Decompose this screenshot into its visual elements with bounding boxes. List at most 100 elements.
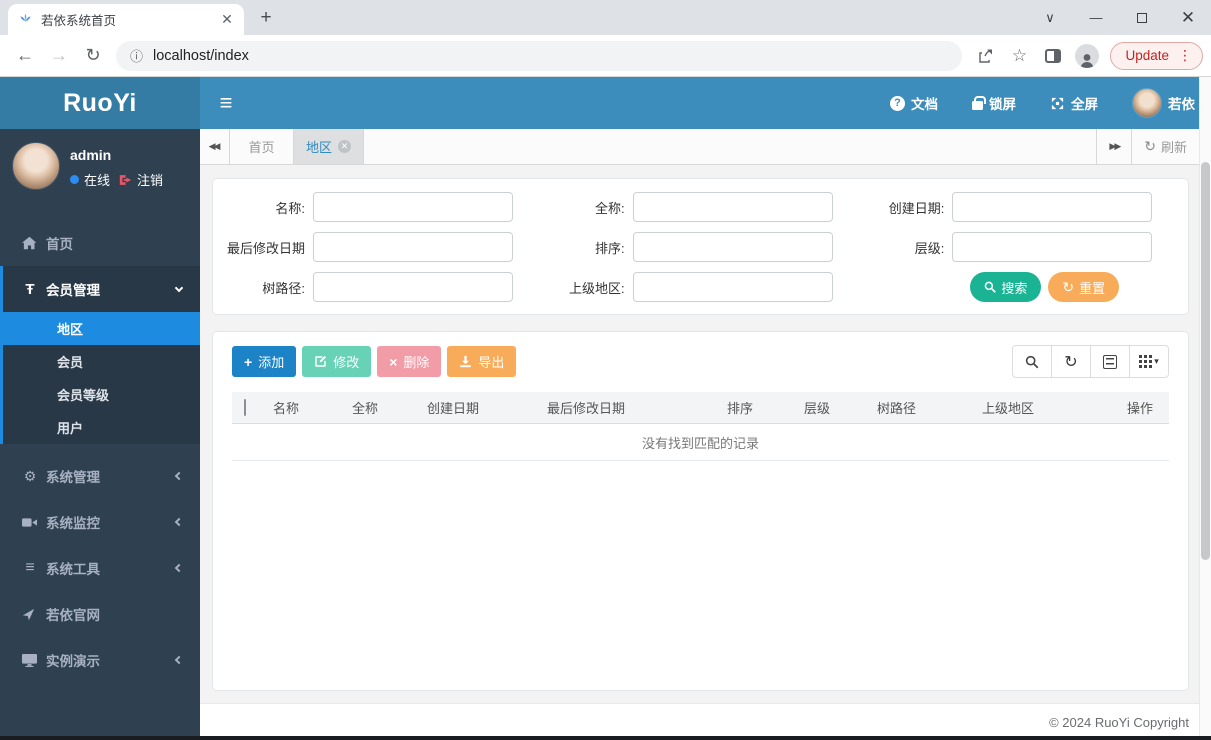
sidebar-item-official-site[interactable]: 若依官网 bbox=[0, 591, 200, 637]
bars-icon: ≡ bbox=[25, 559, 35, 576]
site-info-icon[interactable]: ⓘ bbox=[130, 46, 143, 65]
table-header-row: 名称 全称 创建日期 最后修改日期 排序 层级 树路径 上级地区 操作 bbox=[232, 392, 1169, 424]
col-actions: 操作 bbox=[1127, 401, 1154, 416]
refresh-table-button[interactable]: ↻ bbox=[1051, 345, 1091, 378]
field-label-sort: 排序: bbox=[595, 240, 625, 256]
name-input[interactable] bbox=[313, 192, 513, 222]
level-input[interactable] bbox=[952, 232, 1153, 262]
url-text: localhost/index bbox=[153, 47, 249, 64]
app-header: RuoYi ≡ ? 文档 锁屏 全屏 若依 bbox=[0, 77, 1211, 129]
show-search-button[interactable] bbox=[1012, 345, 1052, 378]
sidebar-item-home[interactable]: 首页 bbox=[0, 220, 200, 266]
tree-path-input[interactable] bbox=[313, 272, 513, 302]
forward-icon[interactable]: → bbox=[44, 41, 74, 71]
side-panel-icon[interactable] bbox=[1038, 41, 1068, 71]
online-dot-icon bbox=[70, 175, 79, 184]
page-tab-home[interactable]: 首页 bbox=[230, 129, 294, 164]
reset-button[interactable]: ↻ 重置 bbox=[1048, 272, 1120, 302]
bookmark-star-icon[interactable]: ☆ bbox=[1004, 41, 1034, 71]
copyright-text: © 2024 RuoYi Copyright bbox=[1049, 714, 1189, 730]
new-tab-button[interactable]: + bbox=[252, 5, 280, 33]
nav-lock-screen[interactable]: 锁屏 bbox=[972, 93, 1016, 113]
sidebar-toggle-icon[interactable]: ≡ bbox=[200, 77, 252, 129]
user-avatar[interactable] bbox=[12, 142, 60, 190]
sidebar-item-member[interactable]: 会员 bbox=[3, 345, 200, 378]
empty-state: 没有找到匹配的记录 bbox=[232, 424, 1169, 461]
sidebar-item-system-tools[interactable]: ≡ 系统工具 bbox=[0, 545, 200, 591]
minimize-button[interactable]: — bbox=[1073, 0, 1119, 35]
field-label-tree-path: 树路径: bbox=[262, 280, 305, 296]
create-date-input[interactable] bbox=[952, 192, 1153, 222]
browser-tab[interactable]: 若依系统首页 ✕ bbox=[8, 4, 244, 35]
download-icon bbox=[460, 355, 472, 368]
search-icon bbox=[1025, 355, 1039, 368]
profile-icon[interactable] bbox=[1072, 41, 1102, 71]
scroll-tabs-left-icon[interactable]: ◀◀ bbox=[200, 129, 230, 164]
content: 名称: 全称: 创建日期: 最后修改日期 排序: 层级: 树路径: 上级地区: … bbox=[200, 165, 1199, 703]
field-label-level: 层级: bbox=[914, 240, 945, 256]
scrollbar-thumb[interactable] bbox=[1201, 162, 1210, 560]
sidebar-section-member: Ŧ 会员管理 地区 会员 会员等级 用户 bbox=[0, 266, 200, 444]
plus-icon: + bbox=[244, 353, 253, 370]
page-tab-region[interactable]: 地区 ✕ bbox=[294, 129, 364, 164]
col-level: 层级 bbox=[804, 401, 831, 416]
columns-grid-icon bbox=[1139, 355, 1153, 368]
tab-close-icon[interactable]: ✕ bbox=[218, 11, 236, 29]
refresh-icon: ↻ bbox=[1062, 279, 1075, 295]
chrome-update-button[interactable]: Update ⋮ bbox=[1110, 41, 1203, 70]
online-status: 在线 bbox=[84, 173, 111, 188]
sidebar-item-region[interactable]: 地区 bbox=[3, 312, 200, 345]
favicon-lotus-icon bbox=[20, 13, 31, 22]
address-bar[interactable]: ⓘ localhost/index bbox=[116, 40, 963, 71]
header-avatar bbox=[1132, 88, 1162, 118]
delete-button[interactable]: × 删除 bbox=[377, 346, 442, 377]
close-window-button[interactable]: ✕ bbox=[1165, 0, 1211, 35]
refresh-page-button[interactable]: ↻ 刷新 bbox=[1131, 129, 1199, 164]
sidebar-menu: 首页 Ŧ 会员管理 地区 会员 会员等级 用户 ⚙ 系统管理 系统监控 ≡ 系统… bbox=[0, 220, 200, 683]
table-toolbar: + 添加 修改 × 删除 导出 ↻ ▾ bbox=[232, 345, 1169, 378]
close-tab-icon[interactable]: ✕ bbox=[338, 140, 351, 153]
toolbar-right: ☆ Update ⋮ bbox=[968, 41, 1203, 71]
back-icon[interactable]: ← bbox=[10, 41, 40, 71]
page-scrollbar[interactable] bbox=[1199, 77, 1211, 740]
export-button[interactable]: 导出 bbox=[447, 346, 517, 377]
sidebar-item-system-monitor[interactable]: 系统监控 bbox=[0, 499, 200, 545]
table-view-controls: ↻ ▾ bbox=[1012, 345, 1169, 378]
app-logo[interactable]: RuoYi bbox=[0, 77, 200, 129]
edit-button[interactable]: 修改 bbox=[302, 346, 372, 377]
fullname-input[interactable] bbox=[632, 192, 833, 222]
scroll-tabs-right-icon[interactable]: ▶▶ bbox=[1096, 129, 1131, 164]
fullscreen-arrows-icon bbox=[1051, 97, 1064, 109]
sidebar-item-user[interactable]: 用户 bbox=[3, 411, 200, 444]
main-area: ◀◀ 首页 地区 ✕ ▶▶ ↻ 刷新 名称: 全称: 创建日期: 最后修改日期 … bbox=[200, 129, 1199, 740]
nav-user[interactable]: 若依 bbox=[1132, 88, 1195, 118]
currency-icon: Ŧ bbox=[25, 280, 35, 298]
reload-icon[interactable]: ↻ bbox=[78, 41, 108, 71]
add-button[interactable]: + 添加 bbox=[232, 346, 297, 377]
detail-view-button[interactable] bbox=[1090, 345, 1130, 378]
columns-button[interactable]: ▾ bbox=[1129, 345, 1169, 378]
nav-fullscreen[interactable]: 全屏 bbox=[1050, 93, 1098, 113]
modify-date-input[interactable] bbox=[313, 232, 513, 262]
tab-search-icon[interactable]: ∨ bbox=[1027, 0, 1073, 35]
maximize-button[interactable] bbox=[1119, 0, 1165, 35]
sidebar-item-member-mgmt[interactable]: Ŧ 会员管理 bbox=[3, 266, 200, 312]
sort-input[interactable] bbox=[632, 232, 833, 262]
col-modify-date: 最后修改日期 bbox=[547, 401, 626, 416]
refresh-icon: ↻ bbox=[1144, 138, 1156, 154]
select-all-checkbox[interactable] bbox=[244, 399, 246, 416]
col-tree-path: 树路径 bbox=[877, 401, 917, 416]
chevron-left-icon bbox=[174, 655, 184, 665]
logout-link[interactable]: 注销 bbox=[137, 170, 163, 189]
search-icon bbox=[985, 281, 997, 293]
share-icon[interactable] bbox=[970, 41, 1000, 71]
search-button[interactable]: 搜索 bbox=[970, 272, 1042, 302]
user-panel: admin 在线 注销 bbox=[0, 129, 200, 202]
sidebar-item-system-mgmt[interactable]: ⚙ 系统管理 bbox=[0, 453, 200, 499]
parent-region-input[interactable] bbox=[632, 272, 833, 302]
sidebar-item-member-level[interactable]: 会员等级 bbox=[3, 378, 200, 411]
col-create-date: 创建日期 bbox=[427, 401, 480, 416]
sidebar-item-demo[interactable]: 实例演示 bbox=[0, 637, 200, 683]
kebab-menu-icon[interactable]: ⋮ bbox=[1178, 47, 1192, 64]
nav-docs[interactable]: ? 文档 bbox=[890, 93, 938, 113]
